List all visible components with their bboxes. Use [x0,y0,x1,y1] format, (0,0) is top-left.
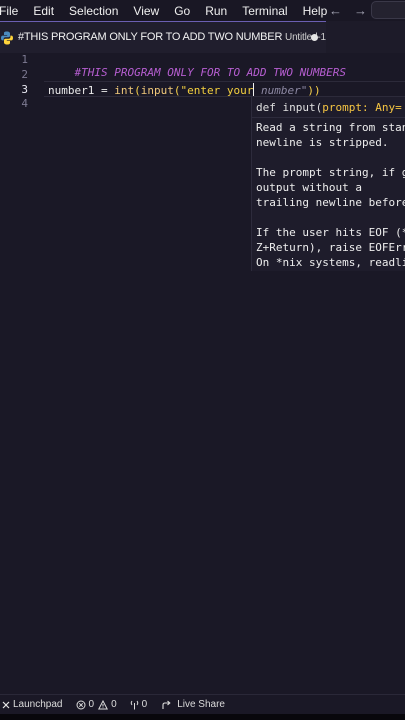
bottom-strip [0,714,405,720]
launchpad-label: Launchpad [13,699,63,710]
live-share-label: Live Share [177,699,225,710]
code-line-3[interactable]: number1 = int(input("enter your number")… [48,83,321,97]
ports-count: 0 [141,699,148,710]
menu-file[interactable]: File [0,4,18,18]
comment-text: #THIS PROGRAM ONLY FOR TO ADD TWO NUMBER… [74,66,347,79]
python-icon [1,31,13,45]
line-number: 1 [21,53,28,66]
line-number-gutter: 1 2 3 4 [0,53,44,694]
hover-divider [252,117,405,118]
navigation-arrows: ← → [329,3,367,18]
command-center[interactable] [371,1,405,19]
doc-line: If the user hits EOF (* [256,226,405,239]
menu-selection[interactable]: Selection [69,4,118,18]
string-literal: "enter your [180,84,254,97]
editor-tab[interactable]: #THIS PROGRAM ONLY FOR TO ADD TWO NUMBER… [0,21,326,53]
function-int: int [114,84,135,97]
signature-argument: prompt: Any= [322,101,402,114]
live-share-icon [162,700,171,709]
function-signature: def input(prompt: Any= . [256,101,405,114]
menu-terminal[interactable]: Terminal [242,4,287,18]
remote-icon [2,701,10,708]
live-share-button[interactable]: Live Share [162,699,225,710]
signature-prefix: def input( [256,101,323,114]
assignment-operator: = [94,84,115,97]
tab-filename: #THIS PROGRAM ONLY FOR TO ADD TWO NUMBER [18,31,283,43]
line-number: 2 [21,68,28,81]
doc-line: trailing newline before [256,196,405,209]
tab-description: Untitled-1 [285,32,326,43]
unsaved-dot-icon[interactable] [311,34,318,41]
doc-line: The prompt string, if g [256,166,405,179]
ports-indicator[interactable]: 0 [130,699,148,710]
error-count: 0 [88,699,95,710]
warning-count: 0 [111,699,117,710]
line-number: 4 [21,97,28,110]
launchpad-button[interactable]: Launchpad [13,699,63,710]
tab-bar: #THIS PROGRAM ONLY FOR TO ADD TWO NUMBER… [0,21,405,53]
paren-open: ( [134,84,141,97]
paren-close: )) [307,84,321,97]
doc-line: On *nix systems, readli [256,256,405,269]
variable-name: number1 [48,84,95,97]
menu-run[interactable]: Run [205,4,227,18]
problems-indicator[interactable]: 0 0 [76,699,117,710]
inline-suggestion: number" [254,84,308,97]
forward-arrow-icon[interactable]: → [354,3,367,18]
function-input: input [140,84,174,97]
menu-view[interactable]: View [133,4,159,18]
tab-title: #THIS PROGRAM ONLY FOR TO ADD TWO NUMBER… [18,31,326,43]
line-number-active: 3 [21,83,28,96]
error-icon [76,700,85,709]
menu-bar: File Edit Selection View Go Run Terminal… [0,0,405,21]
menu-edit[interactable]: Edit [33,4,54,18]
doc-line: Z+Return), raise EOFErr [256,241,405,254]
status-bar: Launchpad 0 0 0 Live Share [0,694,405,714]
doc-line: output without a [256,181,362,194]
menu-help[interactable]: Help [303,4,328,18]
remote-indicator[interactable] [2,700,10,710]
editor-area[interactable]: 1 2 3 4 #THIS PROGRAM ONLY FOR TO ADD TW… [0,53,405,694]
doc-line: newline is stripped. [256,136,389,149]
radio-tower-icon [130,700,138,709]
warning-icon [98,699,109,709]
menu-go[interactable]: Go [174,4,190,18]
back-arrow-icon[interactable]: ← [329,3,342,18]
signature-hover-popup: def input(prompt: Any= . Read a string f… [251,97,405,271]
doc-line: Read a string from stan [256,121,405,134]
